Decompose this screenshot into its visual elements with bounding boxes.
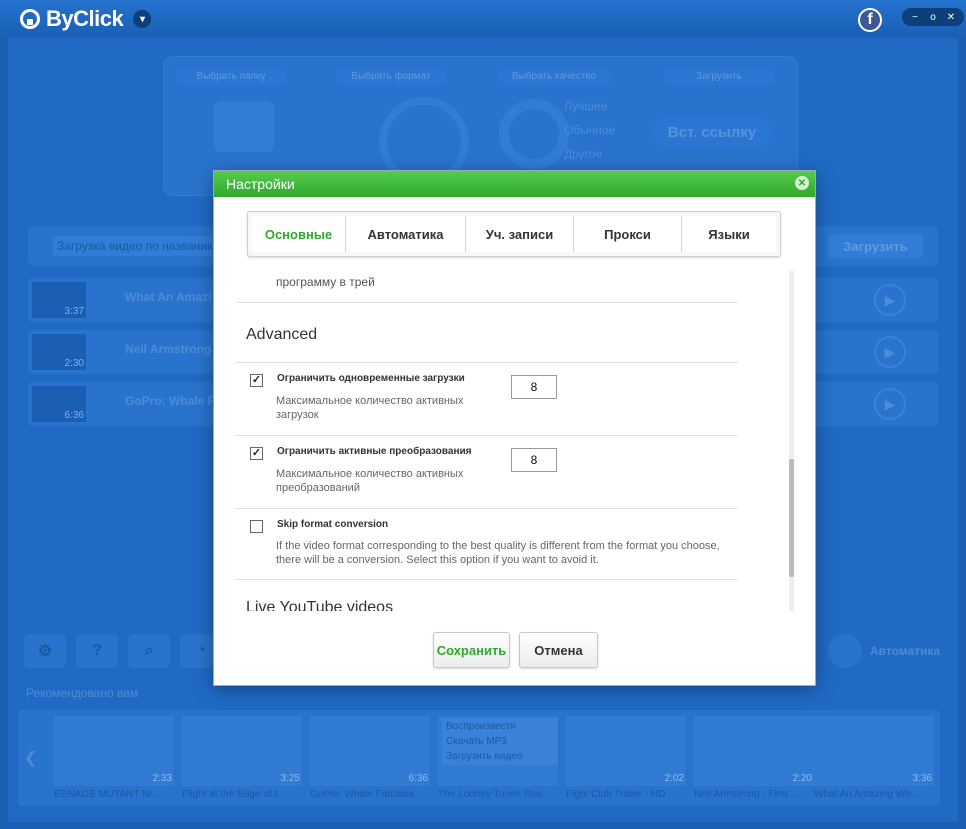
- option-description: Максимальное количество активных преобра…: [276, 468, 464, 494]
- settings-tabs: Основные Автоматика Уч. записи Прокси Яз…: [247, 211, 781, 257]
- tab-general[interactable]: Основные: [252, 216, 346, 252]
- option-description: If the video format corresponding to the…: [276, 540, 720, 566]
- divider: [236, 362, 738, 363]
- title-bar: ByClick ▾ f − o ✕: [0, 0, 966, 38]
- option-description: Максимальное количество активных загрузо…: [276, 395, 464, 421]
- limit-downloads-checkbox[interactable]: ✓: [250, 374, 263, 387]
- byclick-logo-icon: [20, 9, 40, 29]
- settings-scrollbar[interactable]: [789, 271, 794, 611]
- brand: ByClick ▾: [20, 6, 152, 32]
- settings-scroll-area[interactable]: программу в трей Advanced ✓ Ограничить о…: [236, 271, 786, 611]
- save-button[interactable]: Сохранить: [433, 632, 510, 668]
- divider: [236, 579, 738, 580]
- option-title: Ограничить одновременные загрузки: [277, 373, 465, 384]
- app-menu-button[interactable]: ▾: [133, 10, 152, 28]
- section-title-live-videos: Live YouTube videos: [246, 599, 394, 611]
- settings-dialog: Настройки ✕ Основные Автоматика Уч. запи…: [213, 170, 816, 686]
- scrollbar-thumb[interactable]: [789, 459, 794, 577]
- window-controls: − o ✕: [902, 8, 964, 26]
- restore-button[interactable]: o: [926, 10, 940, 24]
- divider: [236, 508, 738, 509]
- tray-option-text: программу в трей: [276, 275, 375, 289]
- max-downloads-input[interactable]: 8: [511, 375, 557, 399]
- facebook-icon[interactable]: f: [858, 8, 882, 32]
- divider: [236, 302, 738, 303]
- byclick-window: ByClick ▾ f − o ✕ Выбрать папку Выбрать …: [0, 0, 966, 829]
- limit-conversions-checkbox[interactable]: ✓: [250, 447, 263, 460]
- divider: [236, 435, 738, 436]
- option-title: Skip format conversion: [277, 519, 389, 530]
- brand-name: ByClick: [46, 6, 124, 31]
- section-title-advanced: Advanced: [246, 326, 318, 343]
- option-title: Ограничить активные преобразования: [277, 446, 472, 457]
- dialog-title: Настройки: [214, 171, 815, 197]
- dialog-close-icon[interactable]: ✕: [795, 176, 809, 190]
- cancel-button[interactable]: Отмена: [519, 632, 598, 668]
- close-button[interactable]: ✕: [944, 10, 958, 24]
- minimize-button[interactable]: −: [908, 10, 922, 24]
- max-conversions-input[interactable]: 8: [511, 448, 557, 472]
- tab-automatics[interactable]: Автоматика: [346, 216, 466, 252]
- tab-accounts[interactable]: Уч. записи: [466, 216, 574, 252]
- tab-languages[interactable]: Языки: [682, 216, 776, 252]
- tab-proxy[interactable]: Прокси: [574, 216, 682, 252]
- skip-conversion-checkbox[interactable]: [250, 520, 263, 533]
